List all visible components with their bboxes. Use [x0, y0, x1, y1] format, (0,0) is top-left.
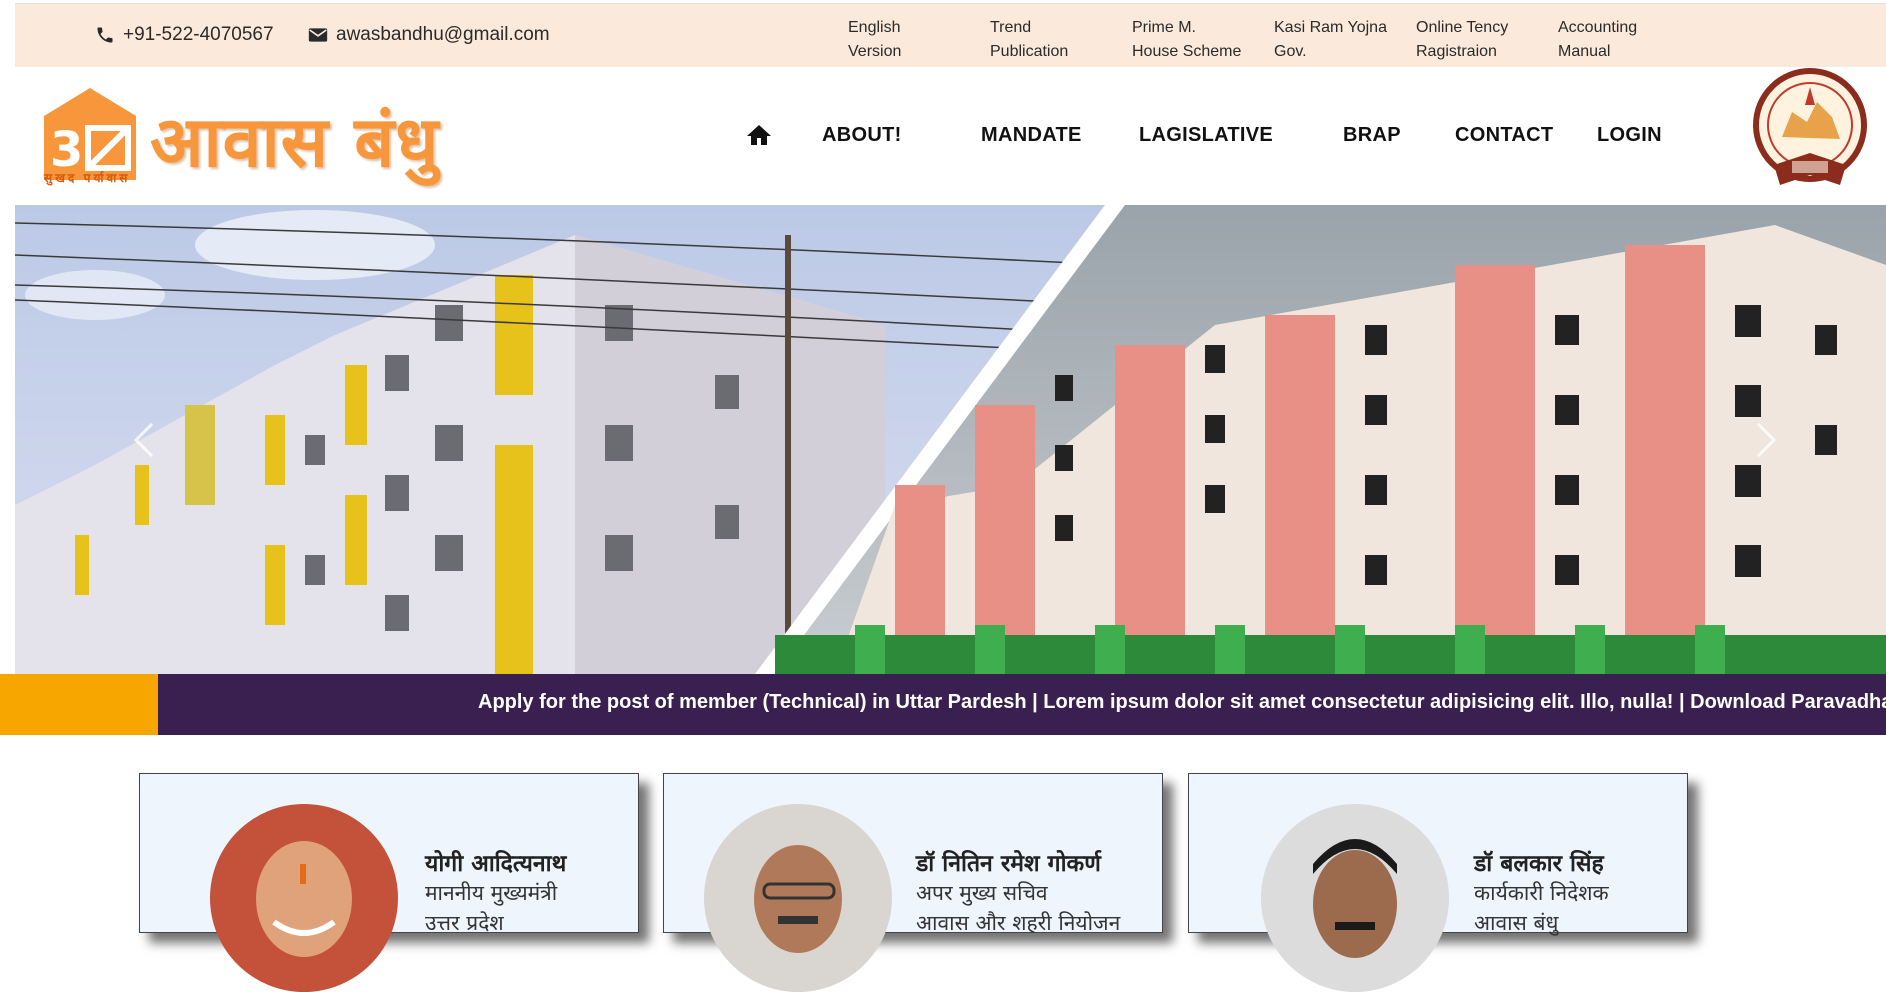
official-name: डॉ बलकार सिंह [1474, 851, 1604, 877]
awas-bandhu-logo-icon[interactable]: 3 [44, 88, 136, 180]
official-role: माननीय मुख्यमंत्री [425, 881, 558, 905]
logo-wordmark[interactable]: आवास बंधु [150, 91, 439, 187]
toplink-line: Kasi Ram Yojna [1274, 19, 1387, 36]
government-emblem-icon [1753, 68, 1867, 185]
official-portrait-icon [1261, 804, 1449, 992]
toplink-line: Manual [1558, 43, 1611, 60]
nav-about[interactable]: ABOUT! [822, 124, 902, 147]
official-role: कार्यकारी निदेशक [1474, 881, 1609, 905]
official-name: योगी आदित्यनाथ [425, 851, 567, 877]
hero-carousel[interactable] [15, 205, 1886, 674]
toplink-line: Ragistraion [1416, 43, 1497, 60]
toplink-line: Prime M. [1132, 19, 1196, 36]
phone-number: +91-522-4070567 [123, 24, 274, 45]
email-contact[interactable]: awasbandhu@gmail.com [308, 24, 550, 46]
phone-icon [97, 27, 113, 43]
official-card[interactable]: डॉ नितिन रमेश गोकर्ण अपर मुख्य सचिव आवास… [663, 773, 1163, 992]
toplink-line: Version [848, 43, 902, 60]
news-ticker[interactable]: Apply for the post of member (Technical)… [158, 674, 1886, 735]
carousel-next-icon[interactable] [1750, 420, 1780, 460]
toplink-line: Trend [990, 19, 1032, 36]
nav-contact[interactable]: CONTACT [1455, 124, 1553, 147]
ticker-text[interactable]: Apply for the post of member (Technical)… [478, 691, 1886, 714]
toplink-line: Gov. [1274, 43, 1307, 60]
official-organization: आवास बंधु [1474, 911, 1559, 935]
nav-login[interactable]: LOGIN [1597, 124, 1662, 147]
official-photo [1261, 804, 1449, 992]
official-photo [704, 804, 892, 992]
official-name: डॉ नितिन रमेश गोकर्ण [916, 851, 1101, 877]
logo-tagline: सुखद पर्यावास [44, 171, 131, 185]
toplink-accounting-manual[interactable]: Accounting Manual [1558, 16, 1688, 64]
toplink-prime-house-scheme[interactable]: Prime M. House Scheme [1132, 16, 1262, 64]
toplink-kasi-ram-yojna[interactable]: Kasi Ram Yojna Gov. [1274, 16, 1404, 64]
official-portrait-icon [704, 804, 892, 992]
toplink-line: House Scheme [1132, 43, 1242, 60]
toplink-online-tency[interactable]: Online Tency Ragistraion [1416, 16, 1546, 64]
phone-contact[interactable]: +91-522-4070567 [95, 24, 274, 46]
hero-banner-image [15, 205, 1886, 674]
toplink-english-version[interactable]: English Version [848, 16, 978, 64]
nav-brap[interactable]: BRAP [1343, 124, 1401, 147]
official-department: आवास और शहरी नियोजन [916, 911, 1121, 935]
toplink-line: Publication [990, 43, 1069, 60]
email-address: awasbandhu@gmail.com [336, 24, 550, 45]
official-location: उत्तर प्रदेश [425, 911, 504, 935]
official-photo [210, 804, 398, 992]
toplink-line: English [848, 19, 901, 36]
toplink-line: Accounting [1558, 19, 1638, 36]
home-icon[interactable] [746, 123, 772, 147]
site-header: 3 आवास बंधु सुखद पर्यावास ABOUT! MANDATE… [0, 67, 1886, 205]
ticker-accent-block [0, 674, 158, 735]
toplink-trend-publication[interactable]: Trend Publication [990, 16, 1120, 64]
envelope-icon [308, 28, 328, 42]
official-card[interactable]: योगी आदित्यनाथ माननीय मुख्यमंत्री उत्तर … [139, 773, 639, 992]
official-portrait-icon [210, 804, 398, 992]
toplink-line: Online Tency [1416, 19, 1509, 36]
official-role: अपर मुख्य सचिव [916, 881, 1048, 905]
nav-mandate[interactable]: MANDATE [981, 124, 1082, 147]
official-card[interactable]: डॉ बलकार सिंह कार्यकारी निदेशक आवास बंधु [1188, 773, 1688, 992]
top-info-bar: +91-522-4070567 awasbandhu@gmail.com Eng… [15, 3, 1886, 67]
carousel-prev-icon[interactable] [130, 420, 160, 460]
nav-lagislative[interactable]: LAGISLATIVE [1139, 124, 1273, 147]
